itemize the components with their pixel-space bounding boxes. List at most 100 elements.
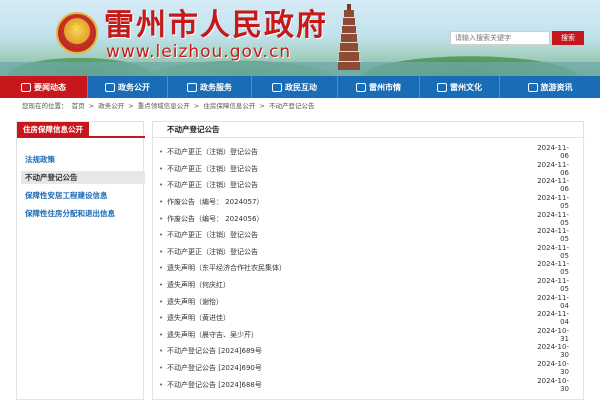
breadcrumb-link-home[interactable]: 首页 — [72, 102, 85, 110]
list-item-title-link[interactable]: 遗失声明（何庆红） — [167, 280, 529, 290]
breadcrumb-separator: > — [88, 102, 95, 110]
search-input[interactable] — [450, 31, 550, 45]
national-emblem-icon: ★ — [56, 12, 98, 54]
list-item-title-link[interactable]: 遗失声明（黄进佳） — [167, 313, 529, 323]
bullet-icon: • — [159, 314, 164, 323]
list-item[interactable]: • 遗失声明（东平经济合作社农民集体） 2024-11-05 — [159, 260, 579, 277]
nav-item-culture[interactable]: 雷州文化 — [420, 76, 500, 98]
breadcrumb-link-current[interactable]: 不动产登记公告 — [269, 102, 315, 110]
travel-icon — [527, 82, 538, 92]
list-item[interactable]: • 遗失声明（何庆红） 2024-11-05 — [159, 277, 579, 294]
bullet-icon: • — [159, 198, 164, 207]
sidebar-item-property-registration[interactable]: 不动产登记公告 — [21, 171, 145, 184]
bullet-icon: • — [159, 181, 164, 190]
breadcrumb-link-gov-affairs[interactable]: 政务公开 — [98, 102, 124, 110]
list-item[interactable]: • 作废公告（编号： 2024057） 2024-11-05 — [159, 194, 579, 211]
list-item-title-link[interactable]: 不动产更正（注销）登记公告 — [167, 180, 529, 190]
nav-item-news[interactable]: 要闻动态 — [0, 76, 88, 98]
breadcrumb-separator: > — [259, 102, 265, 110]
breadcrumb-separator: > — [193, 102, 200, 110]
sidebar: 住房保障信息公开 法规政策 不动产登记公告 保障性安居工程建设信息 保障性住房分… — [16, 121, 145, 400]
list-item-title-link[interactable]: 不动产更正（注销）登记公告 — [167, 247, 529, 257]
list-item[interactable]: • 不动产登记公告 [2024]690号 2024-10-30 — [159, 360, 579, 377]
breadcrumb-link-key-areas[interactable]: 重点领域信息公开 — [138, 102, 190, 110]
sidebar-item-housing-allocation[interactable]: 保障性住房分配和退出信息 — [21, 207, 145, 220]
list-item-title-link[interactable]: 不动产更正（注销）登记公告 — [167, 230, 529, 240]
nav-item-city-info[interactable]: 雷州市情 — [338, 76, 420, 98]
list-item-date: 2024-10-30 — [537, 360, 569, 377]
list-item-title-link[interactable]: 不动产登记公告 [2024]690号 — [167, 363, 529, 373]
nav-item-label: 政务服务 — [200, 82, 232, 92]
bullet-icon: • — [159, 214, 164, 223]
site-domain: www.leizhou.gov.cn — [106, 42, 292, 62]
list-item-date: 2024-11-06 — [537, 160, 569, 177]
list-item[interactable]: • 作废公告（编号： 2024056） 2024-11-05 — [159, 210, 579, 227]
sidebar-header: 住房保障信息公开 — [17, 122, 145, 138]
breadcrumb: 您现在的位置： 首页 > 政务公开 > 重点领域信息公开 > 住房保障信息公开 … — [22, 101, 317, 111]
sidebar-item-regulations[interactable]: 法规政策 — [21, 153, 145, 166]
pagoda-image — [337, 4, 361, 70]
nav-item-gov-affairs[interactable]: 政务公开 — [88, 76, 168, 98]
list-item-title-link[interactable]: 不动产更正（注销）登记公告 — [167, 164, 529, 174]
nav-item-services[interactable]: 政务服务 — [168, 76, 252, 98]
list-item-date: 2024-11-06 — [537, 144, 569, 161]
bullet-icon: • — [159, 264, 164, 273]
list-item-title-link[interactable]: 遗失声明（晨守吉、吴少芹） — [167, 330, 529, 340]
list-item-date: 2024-11-05 — [537, 227, 569, 244]
chat-icon — [272, 82, 282, 92]
nav-item-interaction[interactable]: 政民互动 — [252, 76, 338, 98]
list-item-title-link[interactable]: 作废公告（编号： 2024056） — [167, 214, 529, 224]
list-item-date: 2024-11-05 — [537, 260, 569, 277]
culture-icon — [437, 82, 447, 92]
list-item[interactable]: • 不动产更正（注销）登记公告 2024-11-06 — [159, 144, 579, 161]
section-title: 不动产登记公告 — [153, 122, 585, 138]
list-item[interactable]: • 不动产登记公告 [2024]688号 2024-10-30 — [159, 376, 579, 393]
breadcrumb-prefix: 您现在的位置： — [22, 102, 68, 110]
list-item[interactable]: • 不动产更正（注销）登记公告 2024-11-05 — [159, 227, 579, 244]
list-item-title-link[interactable]: 不动产登记公告 [2024]688号 — [167, 380, 529, 390]
bullet-icon: • — [159, 164, 164, 173]
banner-lake — [0, 62, 600, 76]
site-title: 雷州市人民政府 — [104, 8, 328, 43]
nav-item-label: 雷州文化 — [450, 82, 482, 92]
list-item-title-link[interactable]: 遗失声明（谢怡） — [167, 297, 529, 307]
header-banner: ★ 雷州市人民政府 www.leizhou.gov.cn 搜索 — [0, 0, 600, 76]
sidebar-item-housing-construction[interactable]: 保障性安居工程建设信息 — [21, 189, 145, 202]
main-content: 不动产登记公告 • 不动产更正（注销）登记公告 2024-11-06 • 不动产更正（注… — [152, 121, 585, 400]
nav-item-label: 旅游资讯 — [540, 82, 573, 92]
search-button[interactable]: 搜索 — [552, 31, 584, 45]
bullet-icon: • — [159, 148, 164, 157]
main-nav: 要闻动态 政务公开 政务服务 政民互动 雷州市情 雷州文化 旅游资讯 — [0, 76, 600, 98]
breadcrumb-link-housing[interactable]: 住房保障信息公开 — [203, 102, 255, 110]
news-icon — [21, 82, 31, 92]
document-icon — [105, 82, 115, 92]
service-icon — [187, 82, 197, 92]
nav-item-label: 要闻动态 — [34, 82, 66, 92]
list-item-title-link[interactable]: 不动产更正（注销）登记公告 — [167, 147, 529, 157]
list-item-date: 2024-10-30 — [537, 343, 569, 360]
star-icon: ★ — [70, 20, 83, 36]
bullet-icon: • — [159, 347, 164, 356]
nav-item-tourism[interactable]: 旅游资讯 — [500, 76, 600, 98]
breadcrumb-separator: > — [128, 102, 134, 110]
list-item[interactable]: • 遗失声明（黄进佳） 2024-11-04 — [159, 310, 579, 327]
list-item[interactable]: • 不动产更正（注销）登记公告 2024-11-05 — [159, 244, 579, 261]
list-item-title-link[interactable]: 遗失声明（东平经济合作社农民集体） — [167, 263, 529, 273]
list-item-title-link[interactable]: 不动产登记公告 [2024]689号 — [167, 346, 529, 356]
bullet-icon: • — [159, 330, 164, 339]
city-icon — [356, 82, 366, 92]
list-item[interactable]: • 不动产登记公告 [2024]689号 2024-10-30 — [159, 343, 579, 360]
list-item[interactable]: • 遗失声明（谢怡） 2024-11-04 — [159, 293, 579, 310]
list-item-date: 2024-11-05 — [537, 194, 569, 211]
list-item-date: 2024-11-05 — [537, 277, 569, 294]
bullet-icon: • — [159, 364, 164, 373]
bullet-icon: • — [159, 281, 164, 290]
list-item[interactable]: • 遗失声明（晨守吉、吴少芹） 2024-10-31 — [159, 327, 579, 344]
list-item-date: 2024-10-31 — [537, 326, 569, 343]
list-item-title-link[interactable]: 作废公告（编号： 2024057） — [167, 197, 529, 207]
list-item[interactable]: • 不动产更正（注销）登记公告 2024-11-06 — [159, 177, 579, 194]
nav-item-label: 雷州市情 — [369, 82, 401, 92]
list-item[interactable]: • 不动产更正（注销）登记公告 2024-11-06 — [159, 161, 579, 178]
list-item-date: 2024-11-06 — [537, 177, 569, 194]
list-item-date: 2024-11-04 — [537, 293, 569, 310]
